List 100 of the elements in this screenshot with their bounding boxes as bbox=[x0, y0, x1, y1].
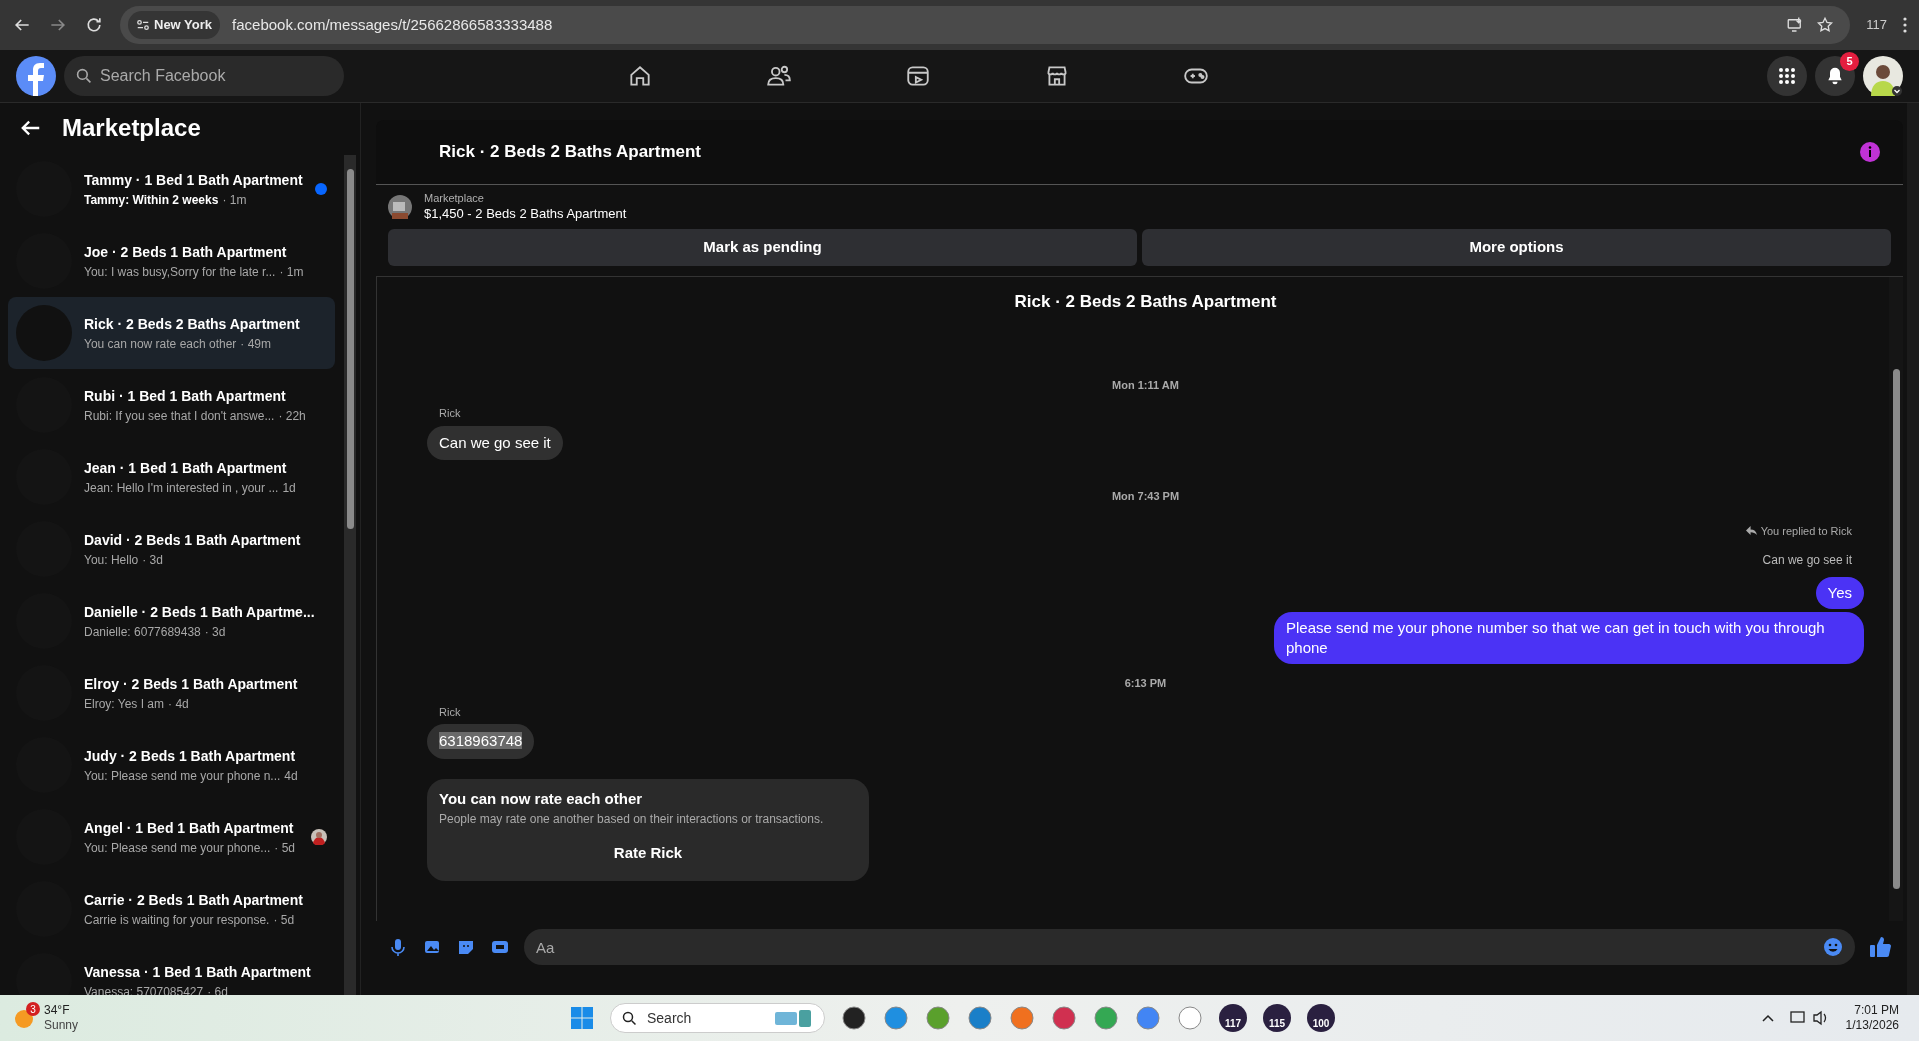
weather-condition: Sunny bbox=[44, 1018, 79, 1033]
message-time: · 1m bbox=[222, 191, 247, 209]
conversation-item[interactable]: Angel · 1 Bed 1 Bath Apartment You: Please send me your phone... · 5d bbox=[8, 801, 335, 873]
thread-title: Rick · 2 Beds 2 Baths Apartment bbox=[1014, 291, 1277, 313]
conversation-item[interactable]: Judy · 2 Beds 1 Bath Apartment You: Please send me your phone n... 4d bbox=[8, 729, 335, 801]
conversation-title: Vanessa · 1 Bed 1 Bath Apartment bbox=[84, 962, 312, 982]
luggage-icon bbox=[773, 1008, 813, 1028]
message-bubble: Can we go see it bbox=[427, 425, 563, 460]
thumbs-up-icon[interactable] bbox=[1869, 936, 1891, 958]
message-preview: Elroy: Yes I am bbox=[84, 695, 165, 713]
message-bubble: 6318963748 bbox=[427, 724, 535, 759]
action-button[interactable]: More options bbox=[1142, 229, 1891, 266]
listing-label: Marketplace bbox=[424, 192, 485, 206]
conversation-item[interactable]: Danielle · 2 Beds 1 Bath Apartme... Danielle: 6077689438 · 3d bbox=[8, 585, 335, 657]
message-time: · 5d bbox=[273, 911, 295, 929]
search-icon bbox=[76, 68, 92, 84]
notification-badge: 5 bbox=[1840, 52, 1859, 71]
address-bar[interactable]: New York facebook.com/messages/t/25662866583333488 bbox=[120, 6, 1851, 44]
app-counter-icon[interactable]: 100 bbox=[1307, 1004, 1335, 1032]
message-preview: Carrie is waiting for your response. bbox=[84, 911, 270, 929]
scrollbar[interactable] bbox=[344, 155, 356, 995]
chevron-icon[interactable] bbox=[1761, 1014, 1774, 1022]
listing-title: $1,450 - 2 Beds 2 Baths Apartment bbox=[424, 205, 627, 222]
reply-icon bbox=[1745, 525, 1757, 537]
message-time: · 3d bbox=[142, 551, 163, 569]
facebook-logo[interactable] bbox=[16, 56, 56, 96]
message-bubble: Yes bbox=[1815, 577, 1864, 609]
card-title: You can now rate each other bbox=[439, 788, 644, 809]
seen-avatar bbox=[311, 829, 327, 845]
microphone-icon[interactable] bbox=[388, 937, 408, 957]
star-icon[interactable] bbox=[1816, 16, 1835, 34]
clock-date[interactable]: 1/13/2026 bbox=[1845, 1018, 1899, 1033]
quoted-message: Can we go see it bbox=[1762, 552, 1852, 569]
action-button[interactable]: Mark as pending bbox=[388, 229, 1137, 266]
reply-note: You replied to Rick bbox=[1760, 523, 1852, 539]
extension-count[interactable]: 117 bbox=[1866, 15, 1887, 35]
start-icon[interactable] bbox=[570, 1006, 594, 1030]
message-field[interactable]: Aa bbox=[524, 929, 1855, 965]
app-counter-icon[interactable]: 117 bbox=[1219, 1004, 1247, 1032]
info-icon[interactable] bbox=[1860, 142, 1880, 162]
conversation-title: Joe · 2 Beds 1 Bath Apartment bbox=[84, 242, 288, 262]
message-preview: You: Please send me your phone n... bbox=[84, 767, 281, 785]
message-preview: Vanessa: 5707085427 bbox=[84, 983, 204, 995]
timestamp: Mon 1:11 AM bbox=[1112, 377, 1179, 393]
scrollbar[interactable] bbox=[1889, 277, 1903, 921]
conversation-item[interactable]: Rick · 2 Beds 2 Baths Apartment You can now rate each other · 49m bbox=[8, 297, 335, 369]
avatar bbox=[16, 305, 72, 361]
message-time: · 5d bbox=[274, 839, 296, 857]
message-bubble: Please send me your phone number so that we can get in touch with you through phone bbox=[1274, 612, 1864, 664]
friends-icon[interactable] bbox=[766, 63, 792, 89]
video-icon[interactable] bbox=[905, 63, 931, 89]
url-text: facebook.com/messages/t/25662866583333488 bbox=[232, 14, 553, 35]
message-preview: Jean: Hello I'm interested in , your ... bbox=[84, 479, 279, 497]
search-icon bbox=[622, 1011, 637, 1026]
timestamp: 6:13 PM bbox=[1124, 676, 1167, 691]
conversation-item[interactable]: Tammy · 1 Bed 1 Bath Apartment Tammy: Within 2 weeks · 1m bbox=[8, 153, 335, 225]
profile-avatar[interactable] bbox=[1863, 56, 1903, 96]
app-counter-icon[interactable]: 115 bbox=[1263, 1004, 1291, 1032]
conversation-item[interactable]: Joe · 2 Beds 1 Bath Apartment You: I was busy,Sorry for the late r... · 1m bbox=[8, 225, 335, 297]
conversation-item[interactable]: Jean · 1 Bed 1 Bath Apartment Jean: Hello I'm interested in , your ... 1d bbox=[8, 441, 335, 513]
conversation-item[interactable]: Rubi · 1 Bed 1 Bath Apartment Rubi: If you see that I don't answe... · 22h bbox=[8, 369, 335, 441]
message-preview: You: Hello bbox=[84, 551, 139, 569]
clock-time[interactable]: 7:01 PM bbox=[1854, 1003, 1899, 1018]
weather-badge: 3 bbox=[26, 1002, 40, 1016]
store-icon[interactable] bbox=[1044, 63, 1070, 89]
conversation-title: David · 2 Beds 1 Bath Apartment bbox=[84, 530, 302, 550]
listing-thumbnail bbox=[388, 195, 412, 219]
conversation-title: Angel · 1 Bed 1 Bath Apartment bbox=[84, 818, 295, 838]
message-time: · 22h bbox=[278, 407, 306, 425]
location-chip[interactable]: New York bbox=[128, 11, 221, 39]
message-time: · 6d bbox=[207, 983, 228, 995]
conversation-title: Carrie · 2 Beds 1 Bath Apartment bbox=[84, 890, 304, 910]
conversation-title: Danielle · 2 Beds 1 Bath Apartme... bbox=[84, 602, 316, 622]
sender-name: Rick bbox=[439, 406, 462, 421]
message-time: · 49m bbox=[240, 335, 272, 353]
apps-button[interactable] bbox=[1767, 56, 1807, 96]
tune-icon bbox=[136, 18, 150, 32]
conversation-item[interactable]: David · 2 Beds 1 Bath Apartment You: Hello · 3d bbox=[8, 513, 335, 585]
message-preview: Rubi: If you see that I don't answe... bbox=[84, 407, 275, 425]
sidebar-title: Marketplace bbox=[62, 113, 201, 143]
message-preview: You: Please send me your phone... bbox=[84, 839, 271, 857]
rate-button[interactable]: Rate Rick bbox=[597, 838, 699, 869]
temperature: 34°F bbox=[44, 1003, 71, 1018]
search-field[interactable]: Search Facebook bbox=[64, 56, 344, 96]
timestamp: Mon 7:43 PM bbox=[1111, 489, 1180, 504]
scrollbar[interactable] bbox=[1907, 103, 1919, 995]
conversation-item[interactable]: Carrie · 2 Beds 1 Bath Apartment Carrie is waiting for your response. · 5d bbox=[8, 873, 335, 945]
taskbar-search[interactable]: Search bbox=[610, 1003, 825, 1033]
emoji-icon[interactable] bbox=[1823, 937, 1843, 957]
sender-name: Rick bbox=[439, 704, 462, 720]
reload-icon[interactable] bbox=[84, 15, 104, 35]
message-preview: You can now rate each other bbox=[84, 335, 237, 353]
conversation-title: Rubi · 1 Bed 1 Bath Apartment bbox=[84, 386, 287, 406]
message-time: 4d bbox=[284, 767, 298, 785]
conversation-item[interactable]: Elroy · 2 Beds 1 Bath Apartment Elroy: Yes I am · 4d bbox=[8, 657, 335, 729]
message-time: · 4d bbox=[168, 695, 189, 713]
card-text: People may rate one another based on their interactions or transactions. bbox=[439, 811, 825, 828]
message-preview: You: I was busy,Sorry for the late r... bbox=[84, 263, 276, 281]
menu-icon[interactable] bbox=[1903, 17, 1907, 33]
conversation-title: Tammy · 1 Bed 1 Bath Apartment bbox=[84, 170, 303, 190]
